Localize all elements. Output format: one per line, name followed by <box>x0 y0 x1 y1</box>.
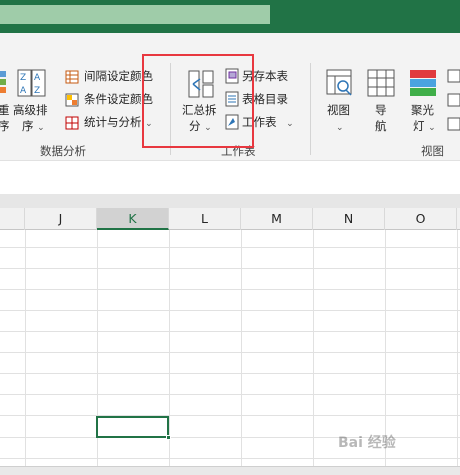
grid-line <box>169 230 170 468</box>
column-header-m[interactable]: M <box>241 208 313 230</box>
chevron-down-icon: ⌄ <box>336 123 344 133</box>
advanced-sort-label[interactable]: 高级排 <box>13 103 48 117</box>
stats-analysis-text: 统计与分析 <box>84 115 142 129</box>
grid-line <box>313 230 314 468</box>
grid-line <box>0 268 460 269</box>
advanced-sort-label-line2-text: 序 <box>22 119 34 133</box>
svg-text:A: A <box>20 86 27 96</box>
navigation-label-line1[interactable]: 导 <box>375 103 387 117</box>
chevron-down-icon: ⌄ <box>428 123 436 133</box>
search-box[interactable] <box>0 5 270 24</box>
grid-line <box>0 394 460 395</box>
grid-line <box>0 373 460 374</box>
fill-handle[interactable] <box>166 435 171 440</box>
grid-line <box>0 310 460 311</box>
grid-line <box>457 230 458 468</box>
view-small-icons[interactable] <box>446 68 460 134</box>
grid-line <box>0 247 460 248</box>
svg-text:A: A <box>34 73 41 83</box>
group-label-view: 视图 <box>421 144 444 158</box>
grid-line <box>0 458 460 459</box>
column-header-n[interactable]: N <box>313 208 385 230</box>
row-header-corner[interactable] <box>0 208 25 230</box>
navigation-icon[interactable] <box>367 69 395 97</box>
column-header-o[interactable]: O <box>385 208 457 230</box>
chevron-down-icon: ⌄ <box>286 119 294 129</box>
grid-line <box>25 230 26 468</box>
grid-line <box>0 415 460 416</box>
group-label-data-analysis: 数据分析 <box>40 144 86 158</box>
interval-color-icon <box>65 69 79 84</box>
sheet-tab-bar <box>0 466 460 475</box>
grid-line <box>241 230 242 468</box>
spotlight-line2-text: 灯 <box>413 119 425 133</box>
svg-text:Z: Z <box>34 86 40 96</box>
spotlight-label-line2[interactable]: 灯 ⌄ <box>413 119 436 135</box>
view-icon[interactable] <box>326 69 354 97</box>
formula-bar-separator <box>0 194 460 208</box>
column-header-l[interactable]: L <box>169 208 241 230</box>
column-header-k[interactable]: K <box>97 208 169 230</box>
watermark: Bai 经验 <box>338 435 396 451</box>
selected-cell[interactable] <box>96 416 169 438</box>
grid-line <box>0 331 460 332</box>
column-header-j[interactable]: J <box>25 208 97 230</box>
grid-line <box>0 289 460 290</box>
spotlight-label-line1[interactable]: 聚光 <box>411 103 434 117</box>
sort-icon[interactable] <box>0 69 10 95</box>
title-bar <box>0 0 460 33</box>
navigation-label-line2[interactable]: 航 <box>375 119 387 133</box>
sort-label-line1: 重 <box>0 103 10 117</box>
grid-line <box>0 352 460 353</box>
advanced-sort-label-line2[interactable]: 序 ⌄ <box>22 119 45 135</box>
column-header-row: J K L M N O <box>0 208 460 230</box>
group-separator <box>310 63 311 155</box>
stats-analysis-icon <box>65 115 79 130</box>
highlight-box <box>142 54 254 148</box>
svg-text:Z: Z <box>20 73 26 83</box>
advanced-sort-icon[interactable]: Z A A Z <box>17 69 47 97</box>
condition-color-icon <box>65 92 79 107</box>
view-chevron[interactable]: ⌄ <box>336 119 344 135</box>
view-label[interactable]: 视图 <box>327 103 350 117</box>
sort-label-line2: 序 <box>0 119 10 133</box>
chevron-down-icon: ⌄ <box>37 123 45 133</box>
spotlight-icon[interactable] <box>409 69 437 97</box>
